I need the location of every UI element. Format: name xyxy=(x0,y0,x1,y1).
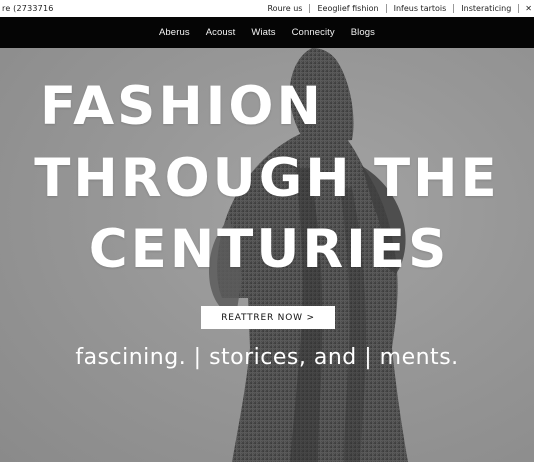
close-icon[interactable]: ✕ xyxy=(519,4,532,13)
register-now-button[interactable]: REATTRER NOW > xyxy=(201,306,335,329)
page: re (2733716 Roure us Eeoglief fishion In… xyxy=(0,0,534,462)
main-nav: Aberus Acoust Wiats Connecity Blogs xyxy=(0,17,534,48)
phone-number: re (2733716 xyxy=(2,4,54,13)
nav-item-aberus[interactable]: Aberus xyxy=(159,27,190,38)
nav-item-acoust[interactable]: Acoust xyxy=(206,27,236,38)
hero-headline-line-1: FASHION xyxy=(40,76,324,137)
util-link-eeoglief-fishion[interactable]: Eeoglief fishion xyxy=(310,4,385,13)
util-link-insteraticing[interactable]: Insteraticing xyxy=(454,4,518,13)
hero-headline-line-3: CENTURIES xyxy=(88,219,450,280)
hero-tagline: fascining. | storices, and | ments. xyxy=(75,345,459,370)
nav-item-blogs[interactable]: Blogs xyxy=(351,27,375,38)
hero-section: FASHION THROUGH THE CENTURIES REATTRER N… xyxy=(0,48,534,462)
nav-item-connecity[interactable]: Connecity xyxy=(292,27,335,38)
utility-links: Roure us Eeoglief fishion Infeus tartois… xyxy=(260,4,532,13)
util-link-infeus-tartois[interactable]: Infeus tartois xyxy=(387,4,454,13)
utility-bar: re (2733716 Roure us Eeoglief fishion In… xyxy=(0,0,534,17)
nav-item-wiats[interactable]: Wiats xyxy=(251,27,275,38)
hero-headline-line-2: THROUGH THE xyxy=(34,148,500,209)
util-link-roure-us[interactable]: Roure us xyxy=(260,4,309,13)
